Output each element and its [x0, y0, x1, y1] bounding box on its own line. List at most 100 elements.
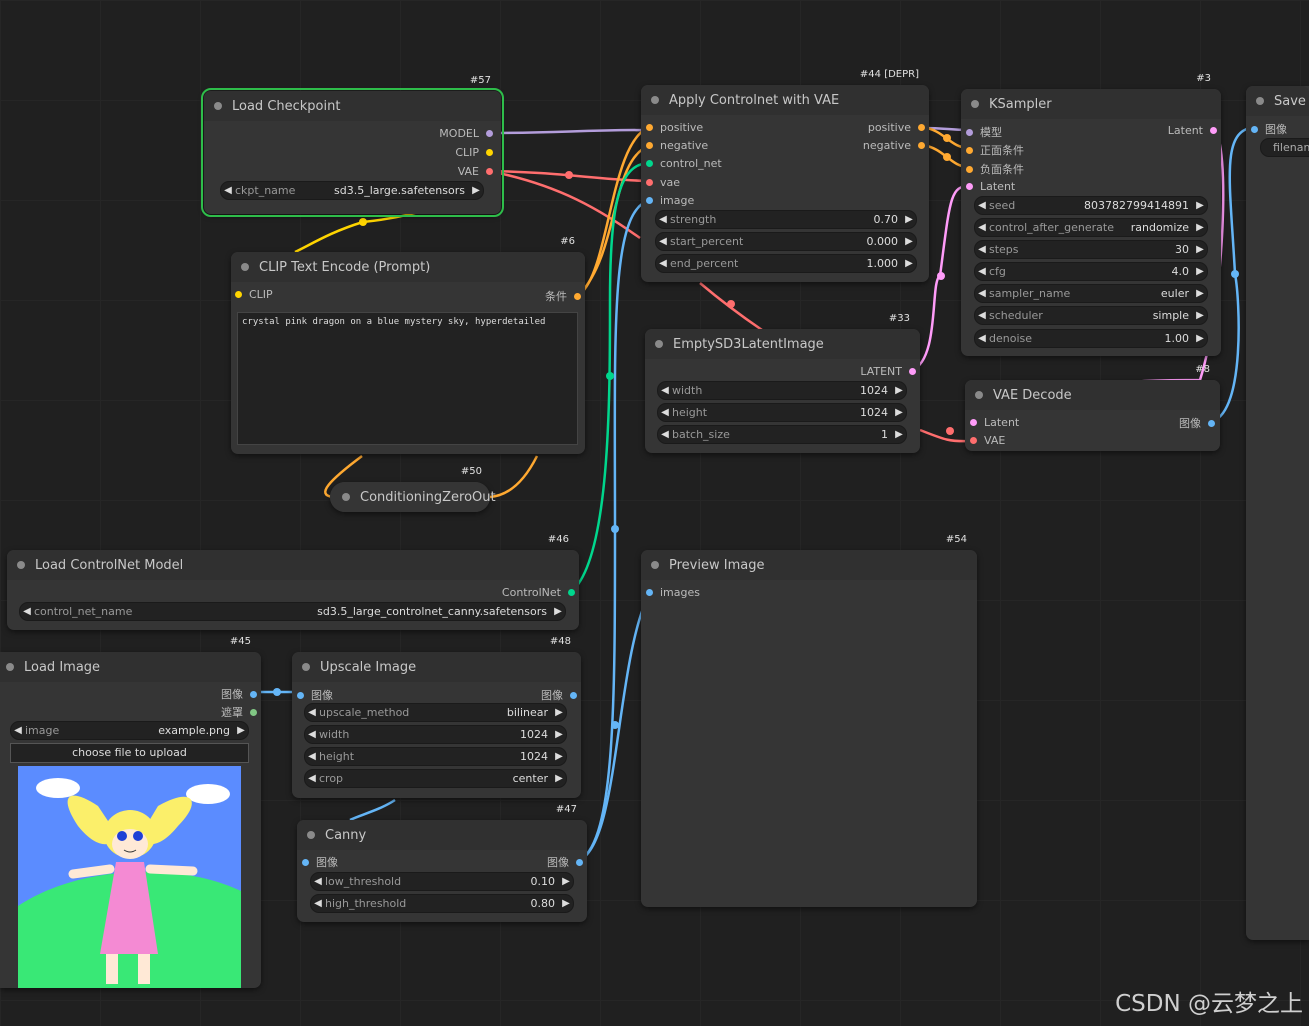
node-title[interactable]: EmptySD3LatentImage: [645, 329, 920, 359]
output-image[interactable]: 图像: [547, 854, 583, 870]
input-image[interactable]: image: [646, 194, 694, 207]
output-negative[interactable]: negative: [863, 139, 925, 152]
input-image[interactable]: 图像: [302, 854, 338, 870]
slot-pin-icon[interactable]: [970, 419, 977, 426]
arrow-right-icon[interactable]: ▶: [902, 236, 916, 247]
slot-pin-icon[interactable]: [646, 589, 653, 596]
output-positive[interactable]: positive: [868, 121, 925, 134]
node-save-image[interactable]: Save I 图像 filenam: [1246, 86, 1309, 940]
start-percent-number[interactable]: ◀ start_percent 0.000 ▶: [655, 232, 917, 251]
slot-pin-icon[interactable]: [302, 858, 309, 866]
output-clip[interactable]: CLIP: [455, 146, 493, 159]
low-threshold-number[interactable]: ◀ low_threshold 0.10 ▶: [310, 872, 574, 891]
node-upscale-image[interactable]: #48 Upscale Image 图像 图像 ◀ upscale_method b…: [292, 636, 581, 798]
prompt-textarea[interactable]: crystal pink dragon on a blue mystery sk…: [237, 312, 578, 445]
arrow-left-icon[interactable]: ◀: [975, 222, 989, 233]
arrow-left-icon[interactable]: ◀: [656, 258, 670, 269]
slot-pin-icon[interactable]: [574, 292, 581, 300]
slot-pin-icon[interactable]: [250, 708, 257, 716]
arrow-right-icon[interactable]: ▶: [1193, 310, 1207, 321]
output-model[interactable]: MODEL: [439, 127, 493, 140]
arrow-left-icon[interactable]: ◀: [221, 185, 235, 196]
upscale-method-combo[interactable]: ◀ upscale_method bilinear ▶: [304, 703, 567, 722]
collapse-dot-icon[interactable]: [307, 831, 315, 839]
input-vae[interactable]: vae: [646, 176, 680, 189]
input-clip[interactable]: CLIP: [235, 288, 273, 301]
input-vae[interactable]: VAE: [970, 434, 1005, 447]
slot-pin-icon[interactable]: [966, 128, 973, 136]
collapse-dot-icon[interactable]: [241, 263, 249, 271]
node-title[interactable]: Preview Image: [641, 550, 977, 580]
height-number[interactable]: ◀ height 1024 ▶: [657, 403, 907, 422]
node-load-image[interactable]: #45 Load Image 图像 遮罩 ◀ image example.png ▶ …: [0, 636, 261, 988]
arrow-right-icon[interactable]: ▶: [892, 385, 906, 396]
strength-number[interactable]: ◀ strength 0.70 ▶: [655, 210, 917, 229]
arrow-left-icon[interactable]: ◀: [305, 773, 319, 784]
steps-number[interactable]: ◀ steps 30 ▶: [974, 240, 1208, 259]
slot-pin-icon[interactable]: [1251, 125, 1258, 133]
arrow-right-icon[interactable]: ▶: [1193, 244, 1207, 255]
arrow-left-icon[interactable]: ◀: [975, 200, 989, 211]
output-image[interactable]: 图像: [541, 687, 577, 703]
arrow-right-icon[interactable]: ▶: [559, 898, 573, 909]
node-title[interactable]: CLIP Text Encode (Prompt): [231, 252, 585, 282]
end-percent-number[interactable]: ◀ end_percent 1.000 ▶: [655, 254, 917, 273]
node-conditioning-zero-out[interactable]: #50 ConditioningZeroOut: [330, 466, 496, 512]
batch-size-number[interactable]: ◀ batch_size 1 ▶: [657, 425, 907, 444]
output-controlnet[interactable]: ControlNet: [502, 586, 575, 599]
output-conditioning[interactable]: 条件: [545, 288, 581, 304]
node-ksampler[interactable]: #3 KSampler 模型 正面条件 负面条件 Latent Latent ◀…: [961, 73, 1221, 356]
output-vae[interactable]: VAE: [458, 165, 493, 178]
control-net-name-combo[interactable]: ◀ control_net_name sd3.5_large_controlnet_…: [19, 602, 566, 621]
slot-pin-icon[interactable]: [250, 690, 257, 698]
slot-pin-icon[interactable]: [966, 183, 973, 190]
node-load-checkpoint[interactable]: #57 Load Checkpoint MODEL CLIP VAE ◀ ckpt…: [201, 75, 504, 217]
node-title[interactable]: Save I: [1246, 86, 1309, 116]
arrow-left-icon[interactable]: ◀: [975, 266, 989, 277]
arrow-right-icon[interactable]: ▶: [1193, 222, 1207, 233]
sampler-name-combo[interactable]: ◀ sampler_name euler ▶: [974, 284, 1208, 303]
node-canny[interactable]: #47 Canny 图像 图像 ◀ low_threshold 0.10 ▶ ◀ hig…: [297, 804, 587, 922]
arrow-left-icon[interactable]: ◀: [20, 606, 34, 617]
node-title[interactable]: Apply Controlnet with VAE: [641, 85, 929, 115]
arrow-left-icon[interactable]: ◀: [975, 244, 989, 255]
arrow-right-icon[interactable]: ▶: [1193, 333, 1207, 344]
slot-pin-icon[interactable]: [568, 589, 575, 596]
scheduler-combo[interactable]: ◀ scheduler simple ▶: [974, 306, 1208, 325]
arrow-left-icon[interactable]: ◀: [305, 729, 319, 740]
output-latent[interactable]: Latent: [1168, 124, 1217, 137]
collapse-dot-icon[interactable]: [302, 663, 310, 671]
slot-pin-icon[interactable]: [486, 168, 493, 175]
slot-pin-icon[interactable]: [646, 179, 653, 186]
collapse-dot-icon[interactable]: [214, 102, 222, 110]
collapse-dot-icon[interactable]: [6, 663, 14, 671]
ckpt-name-combo[interactable]: ◀ ckpt_name sd3.5_large.safetensors ▶: [220, 181, 484, 200]
arrow-right-icon[interactable]: ▶: [234, 725, 248, 736]
slot-pin-icon[interactable]: [297, 691, 304, 699]
slot-pin-icon[interactable]: [576, 858, 583, 866]
slot-pin-icon[interactable]: [918, 142, 925, 149]
node-preview-image[interactable]: #54 Preview Image images: [641, 534, 977, 907]
slot-pin-icon[interactable]: [646, 160, 653, 167]
high-threshold-number[interactable]: ◀ high_threshold 0.80 ▶: [310, 894, 574, 913]
arrow-right-icon[interactable]: ▶: [469, 185, 483, 196]
crop-combo[interactable]: ◀ crop center ▶: [304, 769, 567, 788]
input-positive[interactable]: positive: [646, 121, 703, 134]
slot-pin-icon[interactable]: [966, 165, 973, 173]
slot-pin-icon[interactable]: [486, 149, 493, 156]
width-number[interactable]: ◀ width 1024 ▶: [657, 381, 907, 400]
output-image[interactable]: 图像: [1179, 415, 1215, 431]
slot-pin-icon[interactable]: [646, 197, 653, 204]
slot-pin-icon[interactable]: [970, 437, 977, 444]
arrow-right-icon[interactable]: ▶: [892, 407, 906, 418]
arrow-left-icon[interactable]: ◀: [656, 214, 670, 225]
collapse-dot-icon[interactable]: [971, 100, 979, 108]
arrow-left-icon[interactable]: ◀: [658, 429, 672, 440]
arrow-right-icon[interactable]: ▶: [552, 751, 566, 762]
arrow-right-icon[interactable]: ▶: [551, 606, 565, 617]
node-title[interactable]: VAE Decode: [965, 380, 1220, 410]
arrow-left-icon[interactable]: ◀: [975, 288, 989, 299]
arrow-left-icon[interactable]: ◀: [305, 707, 319, 718]
arrow-right-icon[interactable]: ▶: [559, 876, 573, 887]
slot-pin-icon[interactable]: [1210, 127, 1217, 134]
